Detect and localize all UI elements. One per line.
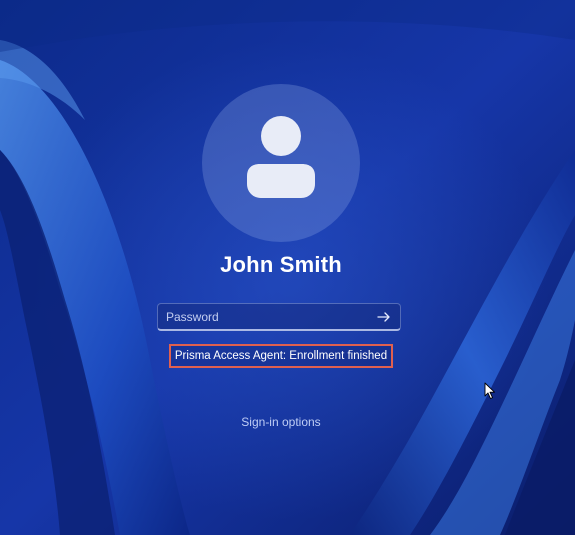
arrow-right-icon[interactable]	[376, 309, 392, 325]
signin-options-link[interactable]: Sign-in options	[0, 415, 562, 429]
lock-screen: John Smith Prisma Access Agent: Enrollme…	[0, 0, 575, 535]
password-field[interactable]	[157, 303, 401, 331]
user-name: John Smith	[220, 252, 342, 277]
enrollment-status-message: Prisma Access Agent: Enrollment finished	[169, 344, 393, 368]
user-avatar	[202, 84, 360, 242]
password-input[interactable]	[166, 308, 366, 326]
user-silhouette-icon	[247, 116, 315, 198]
mouse-pointer-icon	[484, 382, 495, 399]
